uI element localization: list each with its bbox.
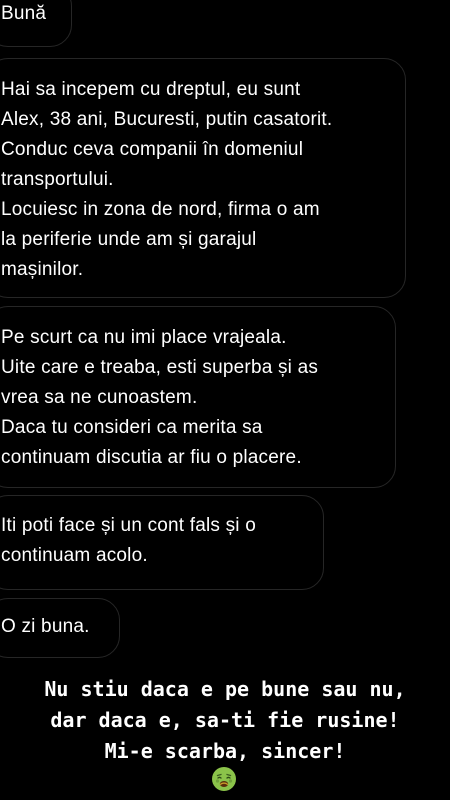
message-bubble-fake-account[interactable]: Iti poti face și un cont fals și o conti…	[0, 495, 324, 590]
message-thread: Bună Hai sa incepem cu dreptul, eu sunt …	[0, 0, 450, 670]
message-bubble-greeting[interactable]: Bună	[0, 0, 72, 47]
caption-line-2: dar daca e, sa-ti fie rusine!	[50, 708, 400, 732]
message-text: Hai sa incepem cu dreptul, eu sunt Alex,…	[1, 79, 333, 280]
caption-line-3: Mi-e scarba, sincer!	[104, 739, 346, 763]
story-caption: Nu stiu daca e pe bune sau nu, dar daca …	[0, 674, 450, 767]
message-text: Pe scurt ca nu imi place vrajeala. Uite …	[1, 327, 319, 468]
message-bubble-proposal[interactable]: Pe scurt ca nu imi place vrajeala. Uite …	[0, 306, 396, 488]
nauseated-face-icon	[212, 767, 236, 791]
message-bubble-introduction[interactable]: Hai sa incepem cu dreptul, eu sunt Alex,…	[0, 58, 406, 298]
message-bubble-goodbye[interactable]: O zi buna.	[0, 598, 120, 658]
message-text: Iti poti face și un cont fals și o conti…	[1, 515, 256, 566]
message-text: Bună	[1, 3, 47, 24]
message-text: O zi buna.	[1, 616, 90, 637]
caption-line-1: Nu stiu daca e pe bune sau nu,	[44, 677, 406, 701]
